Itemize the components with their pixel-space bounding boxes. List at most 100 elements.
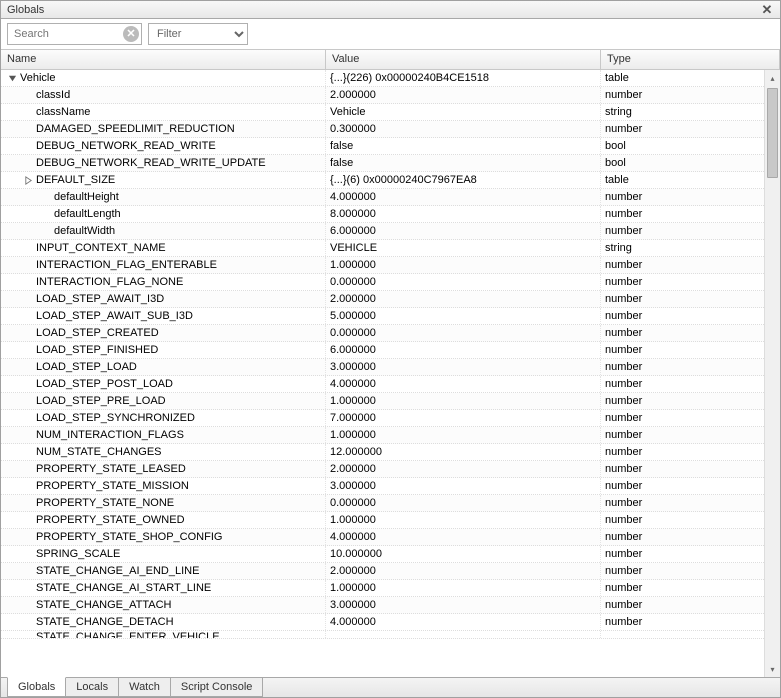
tree-row[interactable]: DEBUG_NETWORK_READ_WRITE_UPDATEfalsebool: [1, 155, 780, 172]
tree-row[interactable]: LOAD_STEP_LOAD3.000000number: [1, 359, 780, 376]
tab-locals[interactable]: Locals: [65, 678, 119, 697]
cell-value: 4.000000: [326, 529, 601, 545]
cell-value: false: [326, 138, 601, 154]
cell-type: number: [601, 274, 780, 290]
cell-value: 2.000000: [326, 461, 601, 477]
cell-name: LOAD_STEP_AWAIT_I3D: [1, 291, 326, 307]
cell-value: 1.000000: [326, 393, 601, 409]
tree-row[interactable]: LOAD_STEP_PRE_LOAD1.000000number: [1, 393, 780, 410]
tree-row[interactable]: LOAD_STEP_POST_LOAD4.000000number: [1, 376, 780, 393]
cell-name: PROPERTY_STATE_MISSION: [1, 478, 326, 494]
cell-type: number: [601, 189, 780, 205]
tree-row[interactable]: LOAD_STEP_SYNCHRONIZED 7.000000number: [1, 410, 780, 427]
header-value[interactable]: Value: [326, 50, 601, 69]
filter-select[interactable]: Filter: [148, 23, 248, 45]
panel-title: Globals: [7, 4, 760, 16]
cell-type: number: [601, 257, 780, 273]
tree-row[interactable]: PROPERTY_STATE_NONE0.000000number: [1, 495, 780, 512]
cell-type: string: [601, 240, 780, 256]
cell-type: number: [601, 580, 780, 596]
tree-row[interactable]: NUM_INTERACTION_FLAGS1.000000number: [1, 427, 780, 444]
cell-name: INTERACTION_FLAG_ENTERABLE: [1, 257, 326, 273]
cell-type: number: [601, 223, 780, 239]
cell-value: [326, 631, 601, 638]
tree-row[interactable]: PROPERTY_STATE_OWNED1.000000number: [1, 512, 780, 529]
tree-row[interactable]: Vehicle{...}(226) 0x00000240B4CE1518tabl…: [1, 70, 780, 87]
cell-type: bool: [601, 138, 780, 154]
header-type[interactable]: Type: [601, 50, 780, 69]
tree-row[interactable]: STATE_CHANGE_AI_END_LINE2.000000number: [1, 563, 780, 580]
search-input[interactable]: [7, 23, 142, 45]
cell-value: 4.000000: [326, 189, 601, 205]
tree-row[interactable]: INPUT_CONTEXT_NAMEVEHICLEstring: [1, 240, 780, 257]
cell-value: 6.000000: [326, 342, 601, 358]
cell-name: LOAD_STEP_AWAIT_SUB_I3D: [1, 308, 326, 324]
tree-row[interactable]: PROPERTY_STATE_LEASED2.000000number: [1, 461, 780, 478]
name-text: SPRING_SCALE: [36, 548, 120, 560]
tree-row[interactable]: defaultWidth6.000000number: [1, 223, 780, 240]
tree-row[interactable]: LOAD_STEP_CREATED0.000000number: [1, 325, 780, 342]
tab-script-console[interactable]: Script Console: [170, 678, 264, 697]
tab-globals[interactable]: Globals: [7, 677, 66, 697]
name-text: LOAD_STEP_FINISHED: [36, 344, 158, 356]
name-text: LOAD_STEP_POST_LOAD: [36, 378, 173, 390]
cell-name: PROPERTY_STATE_SHOP_CONFIG: [1, 529, 326, 545]
cell-type: number: [601, 359, 780, 375]
tree-row[interactable]: DAMAGED_SPEEDLIMIT_REDUCTION0.300000numb…: [1, 121, 780, 138]
cell-name: LOAD_STEP_SYNCHRONIZED: [1, 410, 326, 426]
cell-value: 7.000000: [326, 410, 601, 426]
tree-row[interactable]: PROPERTY_STATE_MISSION3.000000number: [1, 478, 780, 495]
name-text: DEBUG_NETWORK_READ_WRITE: [36, 140, 216, 152]
scroll-up-icon[interactable]: ▴: [765, 70, 780, 86]
tree-row[interactable]: STATE_CHANGE_ATTACH3.000000number: [1, 597, 780, 614]
cell-value: 0.000000: [326, 495, 601, 511]
expand-icon[interactable]: [23, 175, 33, 185]
cell-value: 2.000000: [326, 87, 601, 103]
name-text: INPUT_CONTEXT_NAME: [36, 242, 166, 254]
header-name[interactable]: Name: [1, 50, 326, 69]
name-text: STATE_CHANGE_ENTER_VEHICLE: [36, 631, 220, 638]
tree-row[interactable]: STATE_CHANGE_DETACH4.000000number: [1, 614, 780, 631]
tree-row[interactable]: LOAD_STEP_FINISHED6.000000number: [1, 342, 780, 359]
tree-row[interactable]: INTERACTION_FLAG_NONE0.000000number: [1, 274, 780, 291]
cell-value: false: [326, 155, 601, 171]
clear-icon[interactable]: ✕: [123, 26, 139, 42]
tree-row[interactable]: DEFAULT_SIZE{...}(6) 0x00000240C7967EA8t…: [1, 172, 780, 189]
cell-name: defaultWidth: [1, 223, 326, 239]
tab-watch[interactable]: Watch: [118, 678, 171, 697]
close-icon[interactable]: ✕: [760, 3, 774, 17]
cell-type: number: [601, 410, 780, 426]
collapse-icon[interactable]: [7, 73, 17, 83]
tree-row[interactable]: LOAD_STEP_AWAIT_I3D2.000000number: [1, 291, 780, 308]
tree-row[interactable]: defaultHeight4.000000number: [1, 189, 780, 206]
tree-row[interactable]: DEBUG_NETWORK_READ_WRITE falsebool: [1, 138, 780, 155]
tree-row[interactable]: NUM_STATE_CHANGES12.000000number: [1, 444, 780, 461]
cell-value: 0.000000: [326, 325, 601, 341]
name-text: PROPERTY_STATE_LEASED: [36, 463, 186, 475]
tree-row[interactable]: PROPERTY_STATE_SHOP_CONFIG4.000000number: [1, 529, 780, 546]
cell-value: 8.000000: [326, 206, 601, 222]
tree-row[interactable]: SPRING_SCALE10.000000number: [1, 546, 780, 563]
cell-type: number: [601, 427, 780, 443]
cell-name: defaultLength: [1, 206, 326, 222]
cell-type: number: [601, 529, 780, 545]
name-text: PROPERTY_STATE_OWNED: [36, 514, 185, 526]
name-text: LOAD_STEP_SYNCHRONIZED: [36, 412, 195, 424]
tree-row[interactable]: defaultLength8.000000number: [1, 206, 780, 223]
name-text: STATE_CHANGE_AI_START_LINE: [36, 582, 211, 594]
tree-row[interactable]: classId2.000000number: [1, 87, 780, 104]
cell-type: number: [601, 393, 780, 409]
cell-value: 3.000000: [326, 597, 601, 613]
name-text: classId: [36, 89, 70, 101]
vertical-scrollbar[interactable]: ▴ ▾: [764, 70, 780, 677]
cell-value: 4.000000: [326, 614, 601, 630]
tree-row[interactable]: LOAD_STEP_AWAIT_SUB_I3D5.000000number: [1, 308, 780, 325]
tree-row[interactable]: classNameVehiclestring: [1, 104, 780, 121]
tree-row[interactable]: STATE_CHANGE_AI_START_LINE1.000000number: [1, 580, 780, 597]
scroll-down-icon[interactable]: ▾: [765, 661, 780, 677]
scroll-thumb[interactable]: [767, 88, 778, 178]
tree-scroll[interactable]: Vehicle{...}(226) 0x00000240B4CE1518tabl…: [1, 70, 780, 677]
tree-row[interactable]: STATE_CHANGE_ENTER_VEHICLE: [1, 631, 780, 639]
tree-row[interactable]: INTERACTION_FLAG_ENTERABLE1.000000number: [1, 257, 780, 274]
cell-value: 0.300000: [326, 121, 601, 137]
